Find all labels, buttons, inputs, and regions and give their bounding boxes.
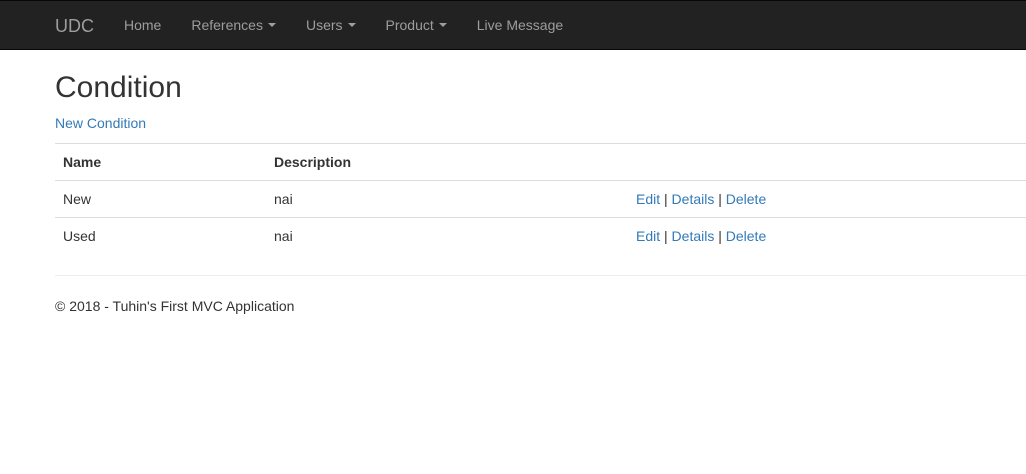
nav-item-product[interactable]: Product [371,1,462,50]
cell-name: Used [55,217,266,254]
top-navbar: UDC Home References Users Product Live M… [0,0,1026,50]
caret-down-icon [347,23,356,28]
nav-item-references[interactable]: References [176,1,291,50]
column-header-description: Description [266,143,628,181]
nav-item-live-message[interactable]: Live Message [462,1,578,50]
edit-link[interactable]: Edit [636,228,660,244]
nav-item-label: Product [385,17,434,33]
caret-down-icon [267,23,276,28]
cell-description: nai [266,180,628,218]
nav-menu: Home References Users Product Live Messa… [109,1,578,50]
column-header-actions [628,143,1026,181]
action-separator: | [718,228,722,244]
nav-item-label: References [191,17,263,33]
footer-divider [55,275,1026,276]
caret-down-icon [438,23,447,28]
cell-name: New [55,180,266,218]
main-content: Condition New Condition Name Description… [55,50,1026,254]
nav-item-label: Home [124,17,162,33]
cell-actions: Edit | Details | Delete [628,217,1026,254]
nav-item-label: Users [305,17,343,33]
delete-link[interactable]: Delete [726,228,766,244]
table-row: Used nai Edit | Details | Delete [55,217,1026,254]
details-link[interactable]: Details [672,191,715,207]
details-link[interactable]: Details [672,228,715,244]
edit-link[interactable]: Edit [636,191,660,207]
conditions-table: Name Description New nai Edit | Details … [55,143,1026,254]
column-header-name: Name [55,143,266,181]
cell-description: nai [266,217,628,254]
brand-link[interactable]: UDC [55,15,94,37]
page-title: Condition [55,71,182,104]
delete-link[interactable]: Delete [726,191,766,207]
new-condition-link[interactable]: New Condition [55,113,1026,133]
nav-item-label: Live Message [476,17,564,33]
cell-actions: Edit | Details | Delete [628,180,1026,218]
nav-item-home[interactable]: Home [109,1,176,50]
action-separator: | [664,191,668,207]
table-row: New nai Edit | Details | Delete [55,180,1026,218]
action-separator: | [718,191,722,207]
footer-text: © 2018 - Tuhin's First MVC Application [55,298,295,314]
nav-item-users[interactable]: Users [291,1,371,50]
action-separator: | [664,228,668,244]
table-header-row: Name Description [55,143,1026,181]
